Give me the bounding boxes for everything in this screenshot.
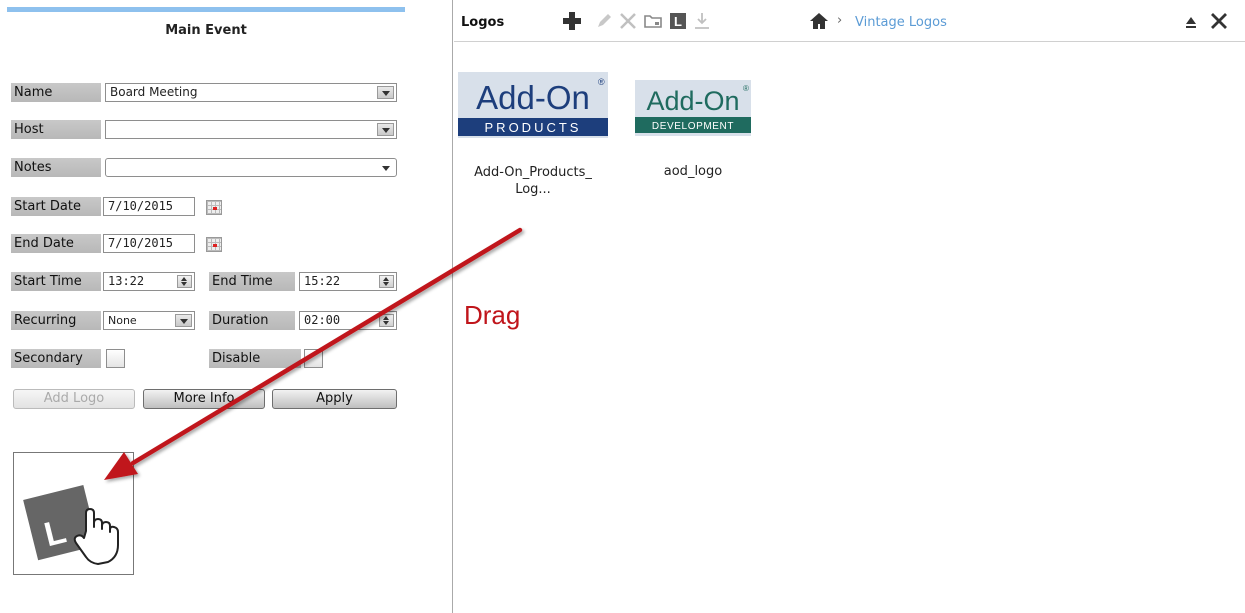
chevron-down-icon[interactable] — [175, 314, 192, 327]
secondary-checkbox[interactable] — [106, 349, 125, 368]
svg-text:L: L — [674, 14, 682, 29]
notes-dropdown[interactable] — [105, 158, 397, 177]
notes-label: Notes — [11, 158, 101, 177]
tile-caption: aod_logo — [663, 164, 723, 179]
spinner-icon[interactable] — [379, 275, 394, 288]
logo-registered-mark: ® — [743, 84, 749, 93]
end-time-label: End Time — [209, 272, 295, 291]
chevron-down-icon[interactable] — [377, 123, 394, 136]
logo-drop-zone[interactable]: L — [13, 452, 134, 575]
main-event-panel: Main Event Name Board Meeting Host Notes… — [0, 0, 453, 613]
breadcrumb-separator: › — [837, 13, 843, 28]
add-on-products-logo-image: Add-On ® PRODUCTS — [458, 72, 608, 138]
upload-icon[interactable] — [1181, 11, 1201, 31]
end-date-input[interactable]: 7/10/2015 — [103, 234, 195, 253]
disable-label: Disable — [209, 349, 301, 368]
logo-wordmark: Add-On — [476, 79, 590, 116]
pencil-icon[interactable] — [594, 11, 614, 31]
logo-drag-hand-icon: L — [23, 485, 119, 565]
spinner-icon[interactable] — [177, 275, 192, 288]
logo-wordmark: Add-On — [646, 86, 739, 116]
start-date-label: Start Date — [11, 197, 101, 216]
logos-panel-title: Logos — [461, 15, 505, 30]
close-x-icon[interactable] — [618, 11, 638, 31]
chevron-down-icon[interactable] — [377, 86, 394, 99]
start-time-label: Start Time — [11, 272, 101, 291]
recurring-dropdown[interactable]: None — [103, 311, 195, 330]
breadcrumb-current[interactable]: Vintage Logos — [855, 15, 947, 30]
add-on-development-logo-image: Add-On ® DEVELOPMENT — [635, 80, 751, 136]
chevron-down-icon[interactable] — [377, 161, 394, 174]
start-date-input[interactable]: 7/10/2015 — [103, 197, 195, 216]
panel-accent-bar — [7, 7, 405, 12]
logo-L-icon[interactable]: L — [668, 11, 688, 31]
end-time-input[interactable]: 15:22 — [299, 272, 397, 291]
duration-input[interactable]: 02:00 — [299, 311, 397, 330]
plus-icon[interactable] — [562, 11, 582, 31]
name-value: Board Meeting — [110, 85, 198, 99]
duration-label: Duration — [209, 311, 295, 330]
more-info-button[interactable]: More Info — [143, 389, 265, 409]
end-date-label: End Date — [11, 234, 101, 253]
start-time-input[interactable]: 13:22 — [103, 272, 195, 291]
start-time-value: 13:22 — [108, 274, 145, 288]
drag-annotation: Drag — [464, 300, 521, 330]
logo-registered-mark: ® — [598, 77, 605, 87]
host-dropdown[interactable] — [105, 120, 397, 139]
end-time-value: 15:22 — [304, 274, 341, 288]
host-label: Host — [11, 120, 101, 139]
logos-panel: Logos L › Vintage Logos Add-On ® PRODUCT… — [454, 0, 1245, 613]
recurring-value: None — [108, 314, 137, 327]
folder-icon[interactable] — [643, 11, 663, 31]
home-icon[interactable] — [809, 11, 829, 31]
tile-caption: Add-On_Products_Log... — [458, 164, 608, 198]
panel-title: Main Event — [165, 23, 247, 38]
disable-checkbox[interactable] — [304, 349, 323, 368]
duration-value: 02:00 — [304, 313, 341, 327]
name-dropdown[interactable]: Board Meeting — [105, 83, 397, 102]
spinner-icon[interactable] — [379, 314, 394, 327]
download-icon[interactable] — [692, 11, 712, 31]
calendar-icon[interactable] — [206, 200, 222, 215]
close-icon[interactable] — [1209, 11, 1229, 31]
calendar-icon[interactable] — [206, 237, 222, 252]
logo-subtitle: DEVELOPMENT — [652, 121, 734, 132]
logos-toolbar: Logos L › Vintage Logos — [454, 0, 1245, 42]
apply-button[interactable]: Apply — [272, 389, 397, 409]
logo-subtitle: PRODUCTS — [485, 120, 582, 135]
tile-caption-text: Add-On_Products_Log... — [474, 165, 592, 197]
add-logo-button[interactable]: Add Logo — [13, 389, 135, 409]
recurring-label: Recurring — [11, 311, 101, 330]
secondary-label: Secondary — [11, 349, 101, 368]
name-label: Name — [11, 83, 101, 102]
